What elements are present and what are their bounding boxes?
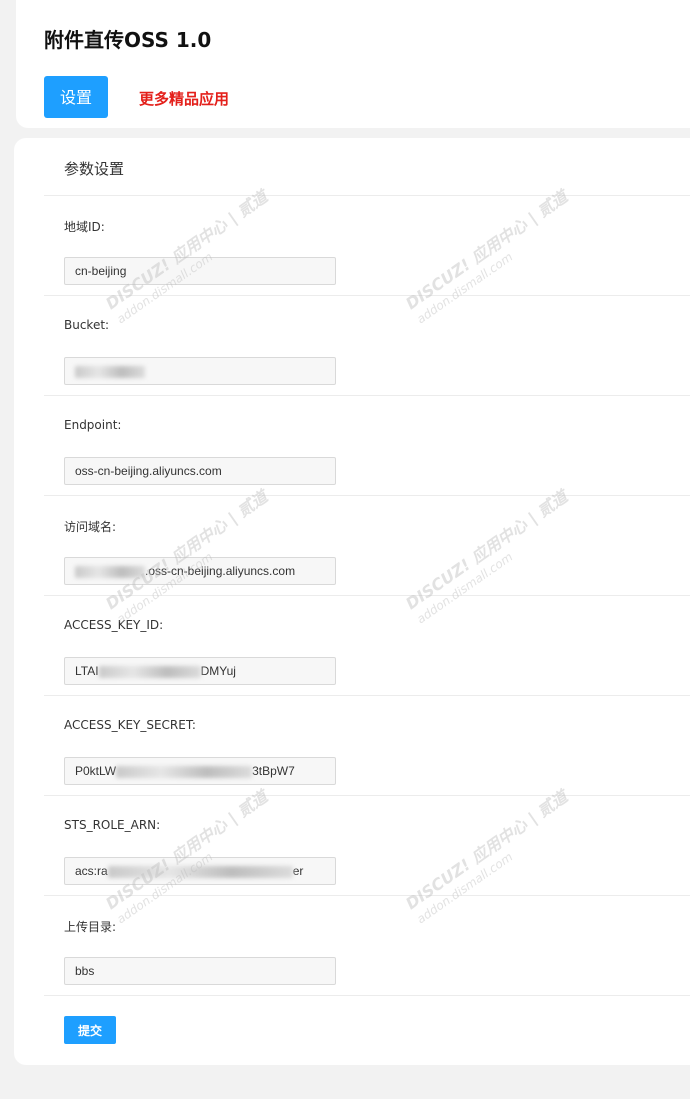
panel-title: 参数设置 (64, 160, 125, 178)
access-key-id-input[interactable]: LTAI DMYuj (64, 657, 336, 685)
upload-dir-value: bbs (75, 964, 95, 978)
divider (44, 795, 690, 796)
endpoint-label: Endpoint: (64, 418, 122, 432)
divider (44, 495, 690, 496)
divider (44, 695, 690, 696)
sts-role-arn-input[interactable]: acs:ra er (64, 857, 336, 885)
divider (44, 395, 690, 396)
endpoint-input[interactable]: oss-cn-beijing.aliyuncs.com (64, 457, 336, 485)
access-domain-suffix: .oss-cn-beijing.aliyuncs.com (145, 564, 296, 578)
region-id-input[interactable]: cn-beijing (64, 257, 336, 285)
divider (44, 895, 690, 896)
redacted-text (107, 865, 293, 878)
access-key-id-label: ACCESS_KEY_ID: (64, 618, 164, 632)
divider (44, 595, 690, 596)
more-apps-link[interactable]: 更多精品应用 (139, 88, 229, 109)
redacted-text (75, 365, 145, 378)
sts-role-arn-label: STS_ROLE_ARN: (64, 818, 161, 832)
upload-dir-label: 上传目录: (64, 920, 117, 934)
divider (44, 295, 690, 296)
redacted-text (116, 765, 253, 778)
access-key-id-prefix: LTAI (75, 664, 99, 678)
access-key-id-suffix: DMYuj (200, 664, 236, 678)
submit-button[interactable]: 提交 (64, 1016, 116, 1044)
access-key-secret-suffix: 3tBpW7 (252, 764, 295, 778)
divider (44, 195, 690, 196)
upload-dir-input[interactable]: bbs (64, 957, 336, 985)
region-id-label: 地域ID: (64, 220, 105, 234)
divider (44, 995, 690, 996)
header-card (16, 0, 690, 128)
region-id-value: cn-beijing (75, 264, 127, 278)
access-domain-label: 访问域名: (64, 520, 117, 534)
sts-role-arn-prefix: acs:ra (75, 864, 108, 878)
endpoint-value: oss-cn-beijing.aliyuncs.com (75, 464, 222, 478)
access-domain-input[interactable]: .oss-cn-beijing.aliyuncs.com (64, 557, 336, 585)
bucket-input[interactable] (64, 357, 336, 385)
access-key-secret-label: ACCESS_KEY_SECRET: (64, 718, 196, 732)
access-key-secret-input[interactable]: P0ktLW 3tBpW7 (64, 757, 336, 785)
redacted-text (98, 665, 201, 678)
access-key-secret-prefix: P0ktLW (75, 764, 117, 778)
settings-button[interactable]: 设置 (44, 76, 108, 118)
app-title: 附件直传OSS 1.0 (44, 28, 212, 52)
sts-role-arn-suffix: er (292, 864, 304, 878)
bucket-label: Bucket: (64, 318, 110, 332)
redacted-text (75, 565, 145, 578)
